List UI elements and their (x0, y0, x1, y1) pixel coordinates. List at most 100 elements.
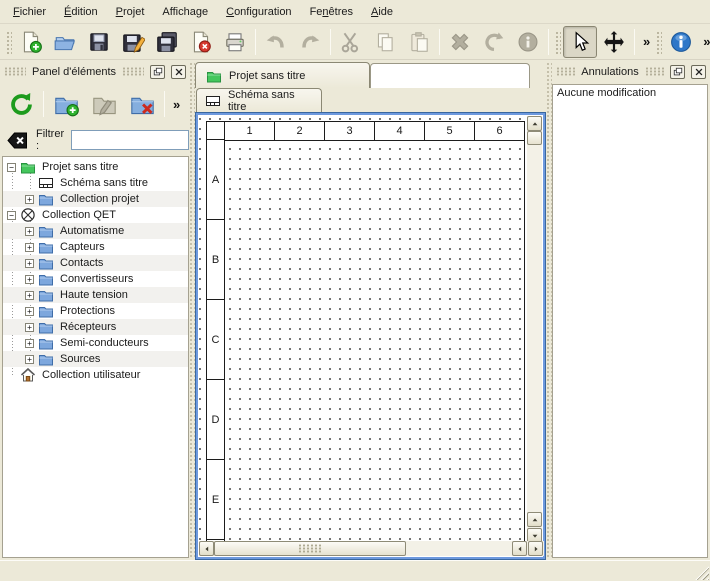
expand-toggle-icon[interactable]: + (25, 275, 34, 284)
element-tree[interactable]: −Projet sans titreSchéma sans titre + Coll… (2, 156, 189, 558)
close-file-button[interactable] (184, 26, 218, 58)
print-button[interactable] (218, 26, 252, 58)
filter-row: Filtrer : (5, 128, 189, 152)
tree-item-haute-tension[interactable]: + Haute tension (3, 287, 188, 303)
toolbar-handle[interactable] (554, 30, 561, 54)
open-project-button[interactable] (48, 26, 82, 58)
copy-button[interactable] (368, 26, 402, 58)
close-panel-button[interactable] (691, 65, 706, 79)
pan-mode-button[interactable] (597, 26, 631, 58)
tree-item-capteurs[interactable]: +Capteurs (3, 239, 188, 255)
delete-category-button[interactable] (123, 85, 161, 123)
close-panel-button[interactable] (171, 65, 186, 79)
tree-item-contacts[interactable]: +Contacts (3, 255, 188, 271)
menu-fenetres[interactable]: Fenêtres (301, 2, 362, 22)
folder-green-icon (20, 159, 37, 175)
undo-button[interactable] (259, 26, 293, 58)
expand-toggle-icon[interactable]: + (25, 323, 34, 332)
scroll-up-button[interactable] (527, 512, 542, 527)
toolbar-overflow-button[interactable]: » (638, 27, 655, 57)
schema-icon (205, 93, 221, 109)
expand-toggle-icon[interactable]: + (25, 339, 34, 348)
menu-edition[interactable]: Édition (55, 2, 107, 22)
menu-fichier[interactable]: Fichier (4, 2, 55, 22)
paste-button[interactable] (402, 26, 436, 58)
tree-item-recepteurs[interactable]: +Récepteurs (3, 319, 188, 335)
menu-configuration[interactable]: Configuration (217, 2, 300, 22)
tree-item-semi-conducteurs[interactable]: +Semi-conducteurs (3, 335, 188, 351)
expand-toggle-icon[interactable]: + (25, 195, 34, 204)
collapse-toggle-icon[interactable]: − (7, 211, 16, 220)
row-header-D: D (206, 379, 225, 460)
vertical-scrollbar[interactable] (527, 116, 542, 543)
horizontal-scrollbar[interactable] (199, 541, 544, 556)
undo-list-item[interactable]: Aucune modification (553, 85, 707, 101)
edit-category-button[interactable] (85, 85, 123, 123)
tree-item-convertisseurs[interactable]: +Convertisseurs (3, 271, 188, 287)
cut-button[interactable] (334, 26, 368, 58)
new-project-button[interactable] (14, 26, 48, 58)
elements-panel-header[interactable]: Panel d'éléments (4, 63, 186, 80)
float-panel-button[interactable] (150, 65, 165, 79)
tree-item-automatisme[interactable]: +Automatisme (3, 223, 188, 239)
tree-item-collection-qet[interactable]: −Collection QET (3, 207, 188, 223)
tab-projet-sans-titre[interactable]: Projet sans titre (195, 62, 370, 88)
redo-button[interactable] (293, 26, 327, 58)
tree-item-protections[interactable]: +Protections (3, 303, 188, 319)
toolbar-separator (164, 91, 165, 117)
tree-item-schema-sans-titre[interactable]: Schéma sans titre (3, 175, 188, 191)
expand-toggle-icon[interactable]: + (25, 291, 34, 300)
toolbar-overflow-button[interactable]: » (698, 27, 710, 57)
reload-collections-button[interactable] (2, 85, 40, 123)
filter-input[interactable] (71, 130, 189, 150)
tree-item-label: Collection projet (60, 193, 139, 205)
expand-toggle-icon[interactable]: + (25, 243, 34, 252)
element-info-button[interactable] (511, 26, 545, 58)
expand-toggle-icon[interactable]: + (25, 355, 34, 364)
delete-button[interactable] (443, 26, 477, 58)
toolbar-handle[interactable] (5, 30, 12, 54)
tree-item-sources[interactable]: +Sources (3, 351, 188, 367)
tab-schema-sans-titre[interactable]: Schéma sans titre (196, 88, 322, 112)
menu-affichage[interactable]: Affichage (153, 2, 217, 22)
scroll-left-button[interactable] (512, 541, 527, 556)
tree-item-collection-utilisateur[interactable]: Collection utilisateur (3, 367, 188, 383)
collapse-toggle-icon[interactable]: − (7, 163, 16, 172)
toolbar-handle[interactable] (655, 30, 662, 54)
column-header-1: 1 (224, 121, 275, 141)
tree-item-collection-projet[interactable]: + Collection projet (3, 191, 188, 207)
dock-texture (122, 67, 144, 76)
save-all-button[interactable] (150, 26, 184, 58)
save-as-button[interactable] (116, 26, 150, 58)
menu-projet[interactable]: Projet (107, 2, 154, 22)
vertical-scroll-thumb[interactable] (527, 131, 542, 145)
panel-toolbar-overflow-button[interactable]: » (168, 89, 185, 119)
tabbar-empty-area (370, 63, 530, 88)
folder-blue-icon (38, 271, 55, 287)
horizontal-scroll-thumb[interactable] (214, 541, 406, 556)
resize-grip[interactable] (695, 566, 709, 580)
arrow-up-icon (531, 120, 539, 128)
clear-filter-button[interactable] (5, 130, 30, 151)
menu-aide[interactable]: Aide (362, 2, 402, 22)
expand-toggle-icon[interactable]: + (25, 307, 34, 316)
tree-item-projet-sans-titre[interactable]: −Projet sans titre (3, 159, 188, 175)
about-button[interactable] (664, 26, 698, 58)
schematic-canvas[interactable]: 123456 ABCDE (199, 116, 529, 543)
undo-panel-header[interactable]: Annulations (556, 63, 706, 80)
tree-item-label: Haute tension (60, 289, 128, 301)
expand-toggle-icon[interactable]: + (25, 259, 34, 268)
diagram-frame-border (524, 122, 525, 543)
scroll-right-button[interactable] (528, 541, 543, 556)
float-panel-button[interactable] (670, 65, 685, 79)
diagram-frame: 123456 ABCDE (206, 121, 526, 543)
expand-toggle-icon[interactable]: + (25, 227, 34, 236)
undo-history-list[interactable]: Aucune modification (552, 84, 708, 558)
new-category-button[interactable] (47, 85, 85, 123)
home-icon (20, 367, 37, 383)
rotate-button[interactable] (477, 26, 511, 58)
scroll-left-button[interactable] (199, 541, 214, 556)
scroll-up-button[interactable] (527, 116, 542, 131)
save-button[interactable] (82, 26, 116, 58)
selection-mode-button[interactable] (563, 26, 597, 58)
